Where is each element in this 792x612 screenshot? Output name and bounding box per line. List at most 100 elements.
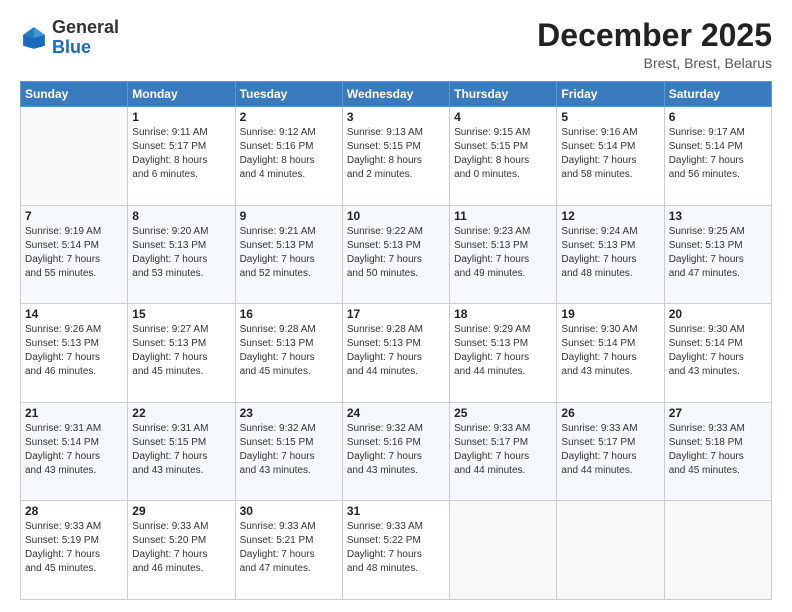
day-number: 18: [454, 307, 552, 321]
day-number: 19: [561, 307, 659, 321]
table-row: 31 Sunrise: 9:33 AM Sunset: 5:22 PM Dayli…: [342, 501, 449, 600]
col-thursday: Thursday: [450, 82, 557, 107]
day-info: Sunrise: 9:13 AM Sunset: 5:15 PM Dayligh…: [347, 126, 445, 182]
table-row: 24 Sunrise: 9:32 AM Sunset: 5:16 PM Dayli…: [342, 402, 449, 501]
day-number: 4: [454, 110, 552, 124]
table-row: [21, 107, 128, 206]
table-row: 5 Sunrise: 9:16 AM Sunset: 5:14 PM Daylig…: [557, 107, 664, 206]
calendar-week-row: 28 Sunrise: 9:33 AM Sunset: 5:19 PM Dayli…: [21, 501, 772, 600]
day-number: 16: [240, 307, 338, 321]
day-number: 24: [347, 406, 445, 420]
day-number: 7: [25, 209, 123, 223]
day-number: 10: [347, 209, 445, 223]
header: General Blue December 2025 Brest, Brest,…: [20, 18, 772, 71]
table-row: 26Sunrise: 9:33 AM Sunset: 5:17 PM Dayli…: [557, 402, 664, 501]
table-row: 8 Sunrise: 9:20 AM Sunset: 5:13 PM Daylig…: [128, 205, 235, 304]
table-row: 16 Sunrise: 9:28 AM Sunset: 5:13 PM Dayli…: [235, 304, 342, 403]
calendar-week-row: 7 Sunrise: 9:19 AM Sunset: 5:14 PM Daylig…: [21, 205, 772, 304]
day-info: Sunrise: 9:16 AM Sunset: 5:14 PM Dayligh…: [561, 126, 659, 182]
day-info: Sunrise: 9:28 AM Sunset: 5:13 PM Dayligh…: [347, 323, 445, 379]
day-info: Sunrise: 9:33 AM Sunset: 5:18 PM Dayligh…: [669, 422, 767, 478]
month-title: December 2025: [537, 18, 772, 53]
day-info: Sunrise: 9:26 AM Sunset: 5:13 PM Dayligh…: [25, 323, 123, 379]
table-row: 23Sunrise: 9:32 AM Sunset: 5:15 PM Dayli…: [235, 402, 342, 501]
day-number: 17: [347, 307, 445, 321]
day-number: 22: [132, 406, 230, 420]
table-row: 22 Sunrise: 9:31 AM Sunset: 5:15 PM Dayli…: [128, 402, 235, 501]
day-info: Sunrise: 9:23 AM Sunset: 5:13 PM Dayligh…: [454, 225, 552, 281]
table-row: 11 Sunrise: 9:23 AM Sunset: 5:13 PM Dayli…: [450, 205, 557, 304]
title-block: December 2025 Brest, Brest, Belarus: [537, 18, 772, 71]
col-wednesday: Wednesday: [342, 82, 449, 107]
table-row: 30Sunrise: 9:33 AM Sunset: 5:21 PM Dayli…: [235, 501, 342, 600]
logo-blue-text: Blue: [52, 37, 91, 57]
logo-text: General Blue: [52, 18, 119, 58]
day-number: 31: [347, 504, 445, 518]
table-row: 18Sunrise: 9:29 AM Sunset: 5:13 PM Dayli…: [450, 304, 557, 403]
day-info: Sunrise: 9:22 AM Sunset: 5:13 PM Dayligh…: [347, 225, 445, 281]
day-number: 12: [561, 209, 659, 223]
table-row: 9Sunrise: 9:21 AM Sunset: 5:13 PM Daylig…: [235, 205, 342, 304]
table-row: 17 Sunrise: 9:28 AM Sunset: 5:13 PM Dayli…: [342, 304, 449, 403]
day-info: Sunrise: 9:30 AM Sunset: 5:14 PM Dayligh…: [669, 323, 767, 379]
table-row: 2 Sunrise: 9:12 AM Sunset: 5:16 PM Daylig…: [235, 107, 342, 206]
location: Brest, Brest, Belarus: [537, 55, 772, 71]
day-number: 29: [132, 504, 230, 518]
day-info: Sunrise: 9:32 AM Sunset: 5:16 PM Dayligh…: [347, 422, 445, 478]
table-row: 27 Sunrise: 9:33 AM Sunset: 5:18 PM Dayli…: [664, 402, 771, 501]
day-info: Sunrise: 9:28 AM Sunset: 5:13 PM Dayligh…: [240, 323, 338, 379]
day-info: Sunrise: 9:15 AM Sunset: 5:15 PM Dayligh…: [454, 126, 552, 182]
table-row: 19 Sunrise: 9:30 AM Sunset: 5:14 PM Dayli…: [557, 304, 664, 403]
col-friday: Friday: [557, 82, 664, 107]
logo-general-text: General: [52, 17, 119, 37]
day-number: 15: [132, 307, 230, 321]
day-number: 2: [240, 110, 338, 124]
day-number: 23: [240, 406, 338, 420]
day-number: 20: [669, 307, 767, 321]
day-info: Sunrise: 9:20 AM Sunset: 5:13 PM Dayligh…: [132, 225, 230, 281]
day-number: 8: [132, 209, 230, 223]
day-number: 28: [25, 504, 123, 518]
day-info: Sunrise: 9:19 AM Sunset: 5:14 PM Dayligh…: [25, 225, 123, 281]
table-row: 14 Sunrise: 9:26 AM Sunset: 5:13 PM Dayli…: [21, 304, 128, 403]
day-info: Sunrise: 9:12 AM Sunset: 5:16 PM Dayligh…: [240, 126, 338, 182]
table-row: 12Sunrise: 9:24 AM Sunset: 5:13 PM Dayli…: [557, 205, 664, 304]
day-info: Sunrise: 9:30 AM Sunset: 5:14 PM Dayligh…: [561, 323, 659, 379]
day-info: Sunrise: 9:33 AM Sunset: 5:20 PM Dayligh…: [132, 520, 230, 576]
table-row: 13Sunrise: 9:25 AM Sunset: 5:13 PM Dayli…: [664, 205, 771, 304]
day-number: 5: [561, 110, 659, 124]
table-row: 1 Sunrise: 9:11 AM Sunset: 5:17 PM Daylig…: [128, 107, 235, 206]
table-row: 25Sunrise: 9:33 AM Sunset: 5:17 PM Dayli…: [450, 402, 557, 501]
day-number: 30: [240, 504, 338, 518]
day-number: 14: [25, 307, 123, 321]
day-info: Sunrise: 9:31 AM Sunset: 5:15 PM Dayligh…: [132, 422, 230, 478]
logo: General Blue: [20, 18, 119, 58]
table-row: 21Sunrise: 9:31 AM Sunset: 5:14 PM Dayli…: [21, 402, 128, 501]
calendar-week-row: 14 Sunrise: 9:26 AM Sunset: 5:13 PM Dayli…: [21, 304, 772, 403]
day-number: 1: [132, 110, 230, 124]
table-row: 15Sunrise: 9:27 AM Sunset: 5:13 PM Dayli…: [128, 304, 235, 403]
day-number: 11: [454, 209, 552, 223]
day-number: 26: [561, 406, 659, 420]
day-number: 21: [25, 406, 123, 420]
calendar-table: Sunday Monday Tuesday Wednesday Thursday…: [20, 81, 772, 600]
table-row: 6 Sunrise: 9:17 AM Sunset: 5:14 PM Daylig…: [664, 107, 771, 206]
day-info: Sunrise: 9:17 AM Sunset: 5:14 PM Dayligh…: [669, 126, 767, 182]
day-info: Sunrise: 9:33 AM Sunset: 5:22 PM Dayligh…: [347, 520, 445, 576]
table-row: 29 Sunrise: 9:33 AM Sunset: 5:20 PM Dayli…: [128, 501, 235, 600]
day-info: Sunrise: 9:33 AM Sunset: 5:19 PM Dayligh…: [25, 520, 123, 576]
day-info: Sunrise: 9:21 AM Sunset: 5:13 PM Dayligh…: [240, 225, 338, 281]
table-row: [664, 501, 771, 600]
col-tuesday: Tuesday: [235, 82, 342, 107]
day-number: 27: [669, 406, 767, 420]
col-sunday: Sunday: [21, 82, 128, 107]
calendar-week-row: 1 Sunrise: 9:11 AM Sunset: 5:17 PM Daylig…: [21, 107, 772, 206]
day-info: Sunrise: 9:11 AM Sunset: 5:17 PM Dayligh…: [132, 126, 230, 182]
table-row: [557, 501, 664, 600]
day-number: 25: [454, 406, 552, 420]
day-info: Sunrise: 9:25 AM Sunset: 5:13 PM Dayligh…: [669, 225, 767, 281]
table-row: 3Sunrise: 9:13 AM Sunset: 5:15 PM Daylig…: [342, 107, 449, 206]
logo-icon: [20, 24, 48, 52]
day-number: 6: [669, 110, 767, 124]
table-row: 28 Sunrise: 9:33 AM Sunset: 5:19 PM Dayli…: [21, 501, 128, 600]
